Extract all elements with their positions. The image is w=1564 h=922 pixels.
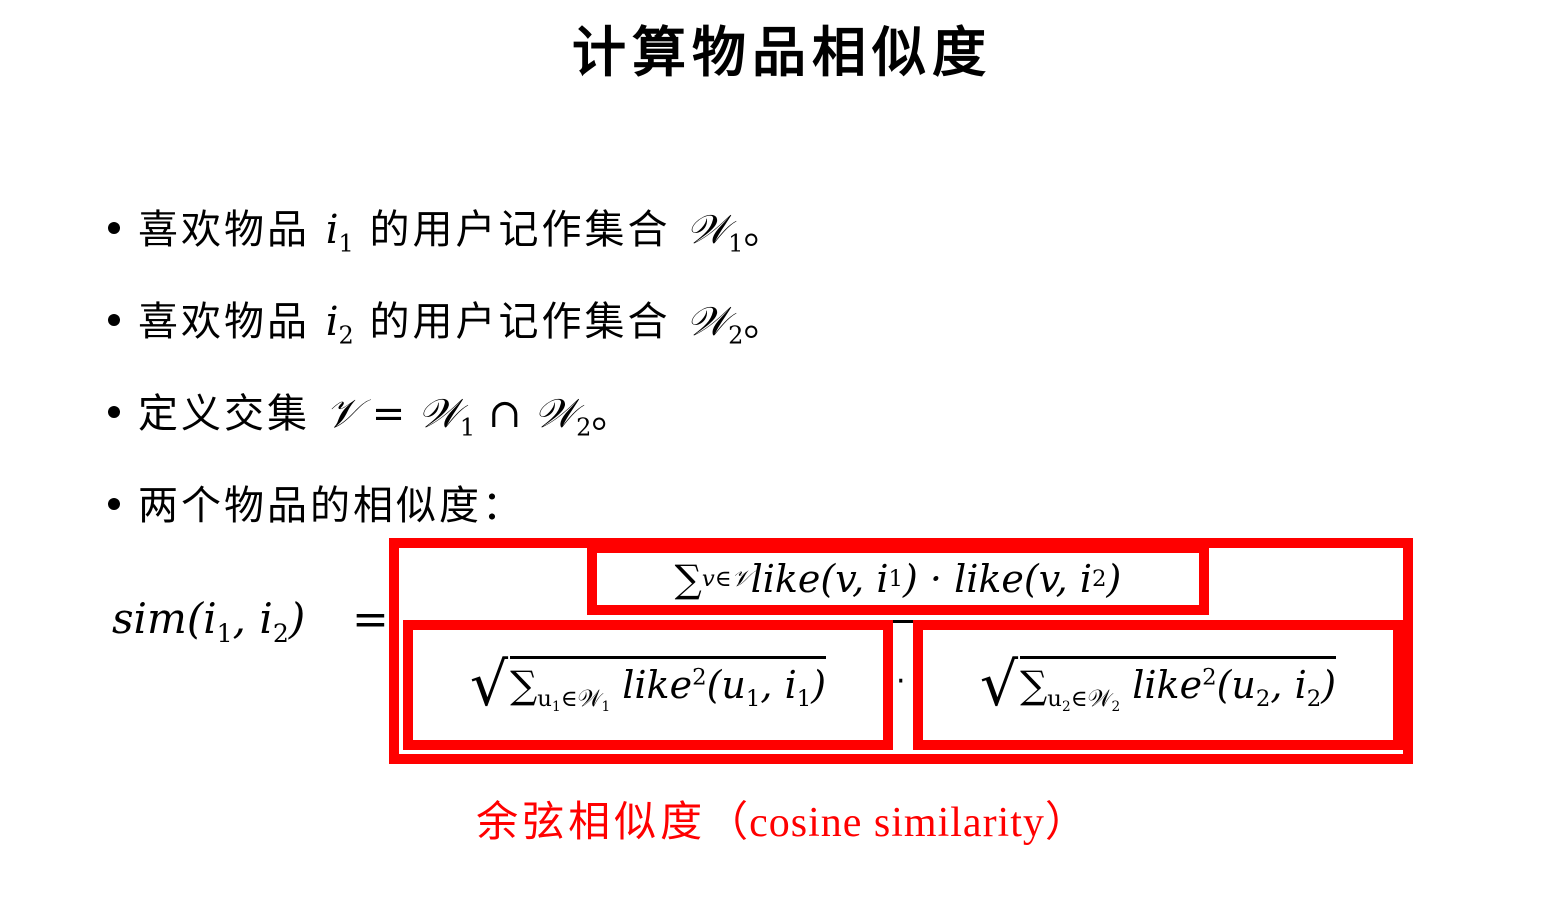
bullet-item-1: 喜欢物品 i1 的用户记作集合 𝒲1。: [108, 210, 786, 255]
page-title: 计算物品相似度: [572, 21, 992, 84]
cosine-similarity-caption: 余弦相似度（cosine similarity）: [0, 788, 1564, 849]
sqrt-content: ∑u2∈𝒲2 like2(u2, i2): [1020, 655, 1337, 714]
sqrt-symbol: √: [979, 650, 1019, 720]
bullet-dot: [108, 314, 120, 326]
denominator-box-1: √ ∑u1∈𝒲1 like2(u1, i1): [403, 620, 893, 750]
bullet-dot: [108, 406, 120, 418]
bullet-dot: [108, 498, 120, 510]
sum-index: v∈𝒱: [701, 566, 751, 592]
equals-sign: =: [352, 594, 389, 645]
sqrt-content: ∑u1∈𝒲1 like2(u1, i1): [510, 655, 827, 714]
math-intersection: 𝒱 = 𝒲1 ∩ 𝒲2: [325, 391, 592, 442]
bullet-dot: [108, 222, 120, 234]
multiply-dot: ·: [896, 664, 906, 699]
bullet-item-2: 喜欢物品 i2 的用户记作集合 𝒲2。: [108, 302, 786, 347]
bullet-text: 喜欢物品: [138, 207, 310, 253]
caption-cn: 余弦相似度: [476, 797, 707, 846]
bullet-text: 喜欢物品: [138, 299, 310, 345]
formula-lhs: sim(i1, i2): [112, 594, 306, 648]
bullet-punct: 。: [743, 299, 787, 345]
bullet-punct: 。: [591, 391, 635, 437]
bullet-item-3: 定义交集 𝒱 = 𝒲1 ∩ 𝒲2。: [108, 394, 634, 439]
bullet-text: 的用户记作集合: [369, 299, 671, 345]
bullet-text: 两个物品的相似度：: [138, 483, 525, 529]
caption-en: （cosine similarity）: [706, 800, 1088, 846]
math-var: i2: [325, 299, 354, 350]
sum-symbol: ∑: [674, 557, 702, 601]
math-var: i1: [325, 207, 354, 258]
math-set: 𝒲2: [686, 299, 744, 350]
numerator-box: ∑ v∈𝒱 like(v, i 1) · like(v, i 2): [587, 543, 1209, 615]
bullet-punct: 。: [743, 207, 787, 253]
bullet-text: 定义交集: [138, 391, 310, 437]
math-set: 𝒲1: [686, 207, 744, 258]
sqrt-symbol: √: [469, 650, 509, 720]
bullet-text: 的用户记作集合: [369, 207, 671, 253]
denominator-box-2: √ ∑u2∈𝒲2 like2(u2, i2): [913, 620, 1403, 750]
bullet-item-4: 两个物品的相似度：: [108, 486, 525, 526]
